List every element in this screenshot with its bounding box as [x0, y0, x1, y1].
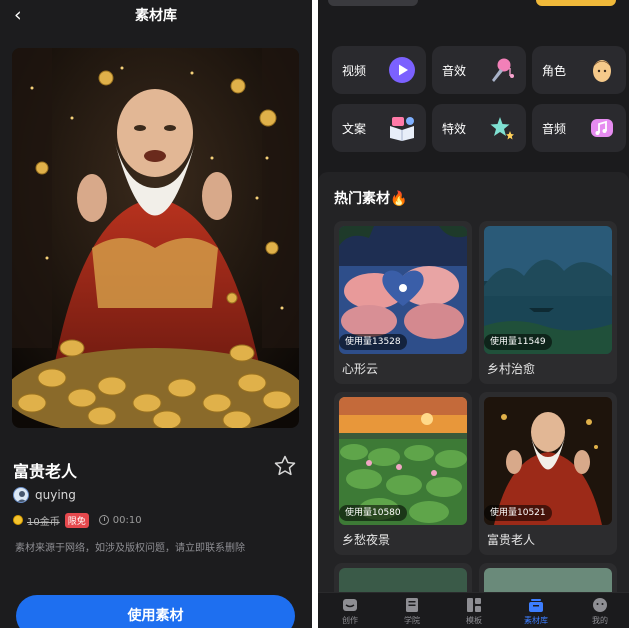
category-label: 特效: [442, 122, 467, 136]
detail-header: ‹ 素材库: [0, 0, 312, 30]
tab-label: 模板: [466, 616, 482, 625]
usage-count: 使用量11549: [484, 334, 552, 350]
category-effects[interactable]: 特效: [432, 104, 526, 152]
card-name: 富贵老人: [487, 533, 536, 547]
card-name: 乡愁夜景: [342, 533, 391, 547]
tab-template[interactable]: 模板: [454, 596, 494, 628]
tab-label: 素材库: [524, 616, 548, 625]
section-title: 热门素材🔥: [334, 191, 408, 207]
tab-label: 学院: [404, 616, 420, 625]
clock-icon: [98, 515, 109, 525]
usage-count: 使用量10580: [339, 505, 407, 521]
category-audio[interactable]: 音频: [532, 104, 626, 152]
author-row[interactable]: quying: [13, 487, 76, 503]
avatar-person-icon: [17, 491, 27, 502]
category-label: 角色: [542, 64, 567, 78]
free-limited-badge: 限免: [64, 512, 89, 528]
coin-icon: [13, 515, 23, 525]
tab-label: 我的: [592, 616, 608, 625]
tab-library[interactable]: 素材库: [516, 596, 556, 628]
use-material-button[interactable]: 使用素材: [16, 595, 295, 628]
favorite-star-icon[interactable]: [273, 454, 297, 478]
category-sound-effect[interactable]: 音效: [432, 46, 526, 94]
price-row: 10金币 限免 00:10: [13, 512, 142, 528]
library-icon: [529, 599, 543, 612]
original-price: 10金币: [27, 516, 60, 528]
academy-icon: [406, 598, 418, 612]
hot-materials-section: 热门素材🔥 使用量13528 心形云 使用量11549 乡村治愈 使用量1058…: [318, 172, 629, 603]
usage-count: 使用量13528: [339, 334, 407, 350]
material-card[interactable]: 使用量10521 富贵老人: [479, 392, 617, 555]
tab-create[interactable]: 创作: [330, 596, 370, 628]
card-name: 心形云: [342, 362, 379, 376]
category-character[interactable]: 角色: [532, 46, 626, 94]
template-icon: [467, 598, 481, 612]
usage-count: 使用量10521: [484, 505, 552, 521]
top-cropped-element: [328, 0, 418, 6]
tab-label: 创作: [342, 616, 358, 625]
play-icon: [389, 57, 415, 83]
copyright-notice: 素材来源于网络，如涉及版权问题，请立即联系删除: [15, 543, 245, 554]
material-title: 富贵老人: [13, 462, 78, 481]
card-name: 乡村治愈: [487, 362, 536, 376]
category-label: 音效: [442, 64, 467, 78]
author-name: quying: [35, 488, 76, 502]
bottom-tab-bar: 创作 学院 模板 素材库 我的: [318, 592, 629, 628]
book-icon: [390, 117, 414, 141]
profile-icon: [593, 598, 607, 612]
material-preview-image[interactable]: [12, 48, 299, 428]
microphone-icon: [492, 58, 514, 82]
create-icon: [343, 599, 357, 611]
category-label: 文案: [342, 122, 367, 136]
duration: 00:10: [112, 514, 142, 526]
category-label: 音频: [542, 122, 567, 136]
top-cropped-button: [536, 0, 616, 6]
tab-academy[interactable]: 学院: [392, 596, 432, 628]
page-title: 素材库: [135, 8, 177, 24]
author-avatar: [13, 487, 29, 503]
stars-icon: [490, 117, 514, 140]
material-card[interactable]: 使用量13528 心形云: [334, 221, 472, 384]
face-icon: [593, 60, 611, 82]
music-cube-icon: [591, 119, 613, 137]
old-man-image: [12, 48, 299, 428]
tab-profile[interactable]: 我的: [580, 596, 620, 628]
material-card[interactable]: 使用量11549 乡村治愈: [479, 221, 617, 384]
category-label: 视频: [342, 64, 367, 78]
category-copywriting[interactable]: 文案: [332, 104, 426, 152]
category-video[interactable]: 视频: [332, 46, 426, 94]
material-detail-screen: ‹ 素材库 富贵老人 quying 10金币 限免 00:10 素材来源于网络，…: [0, 0, 312, 628]
material-card[interactable]: 使用量10580 乡愁夜景: [334, 392, 472, 555]
